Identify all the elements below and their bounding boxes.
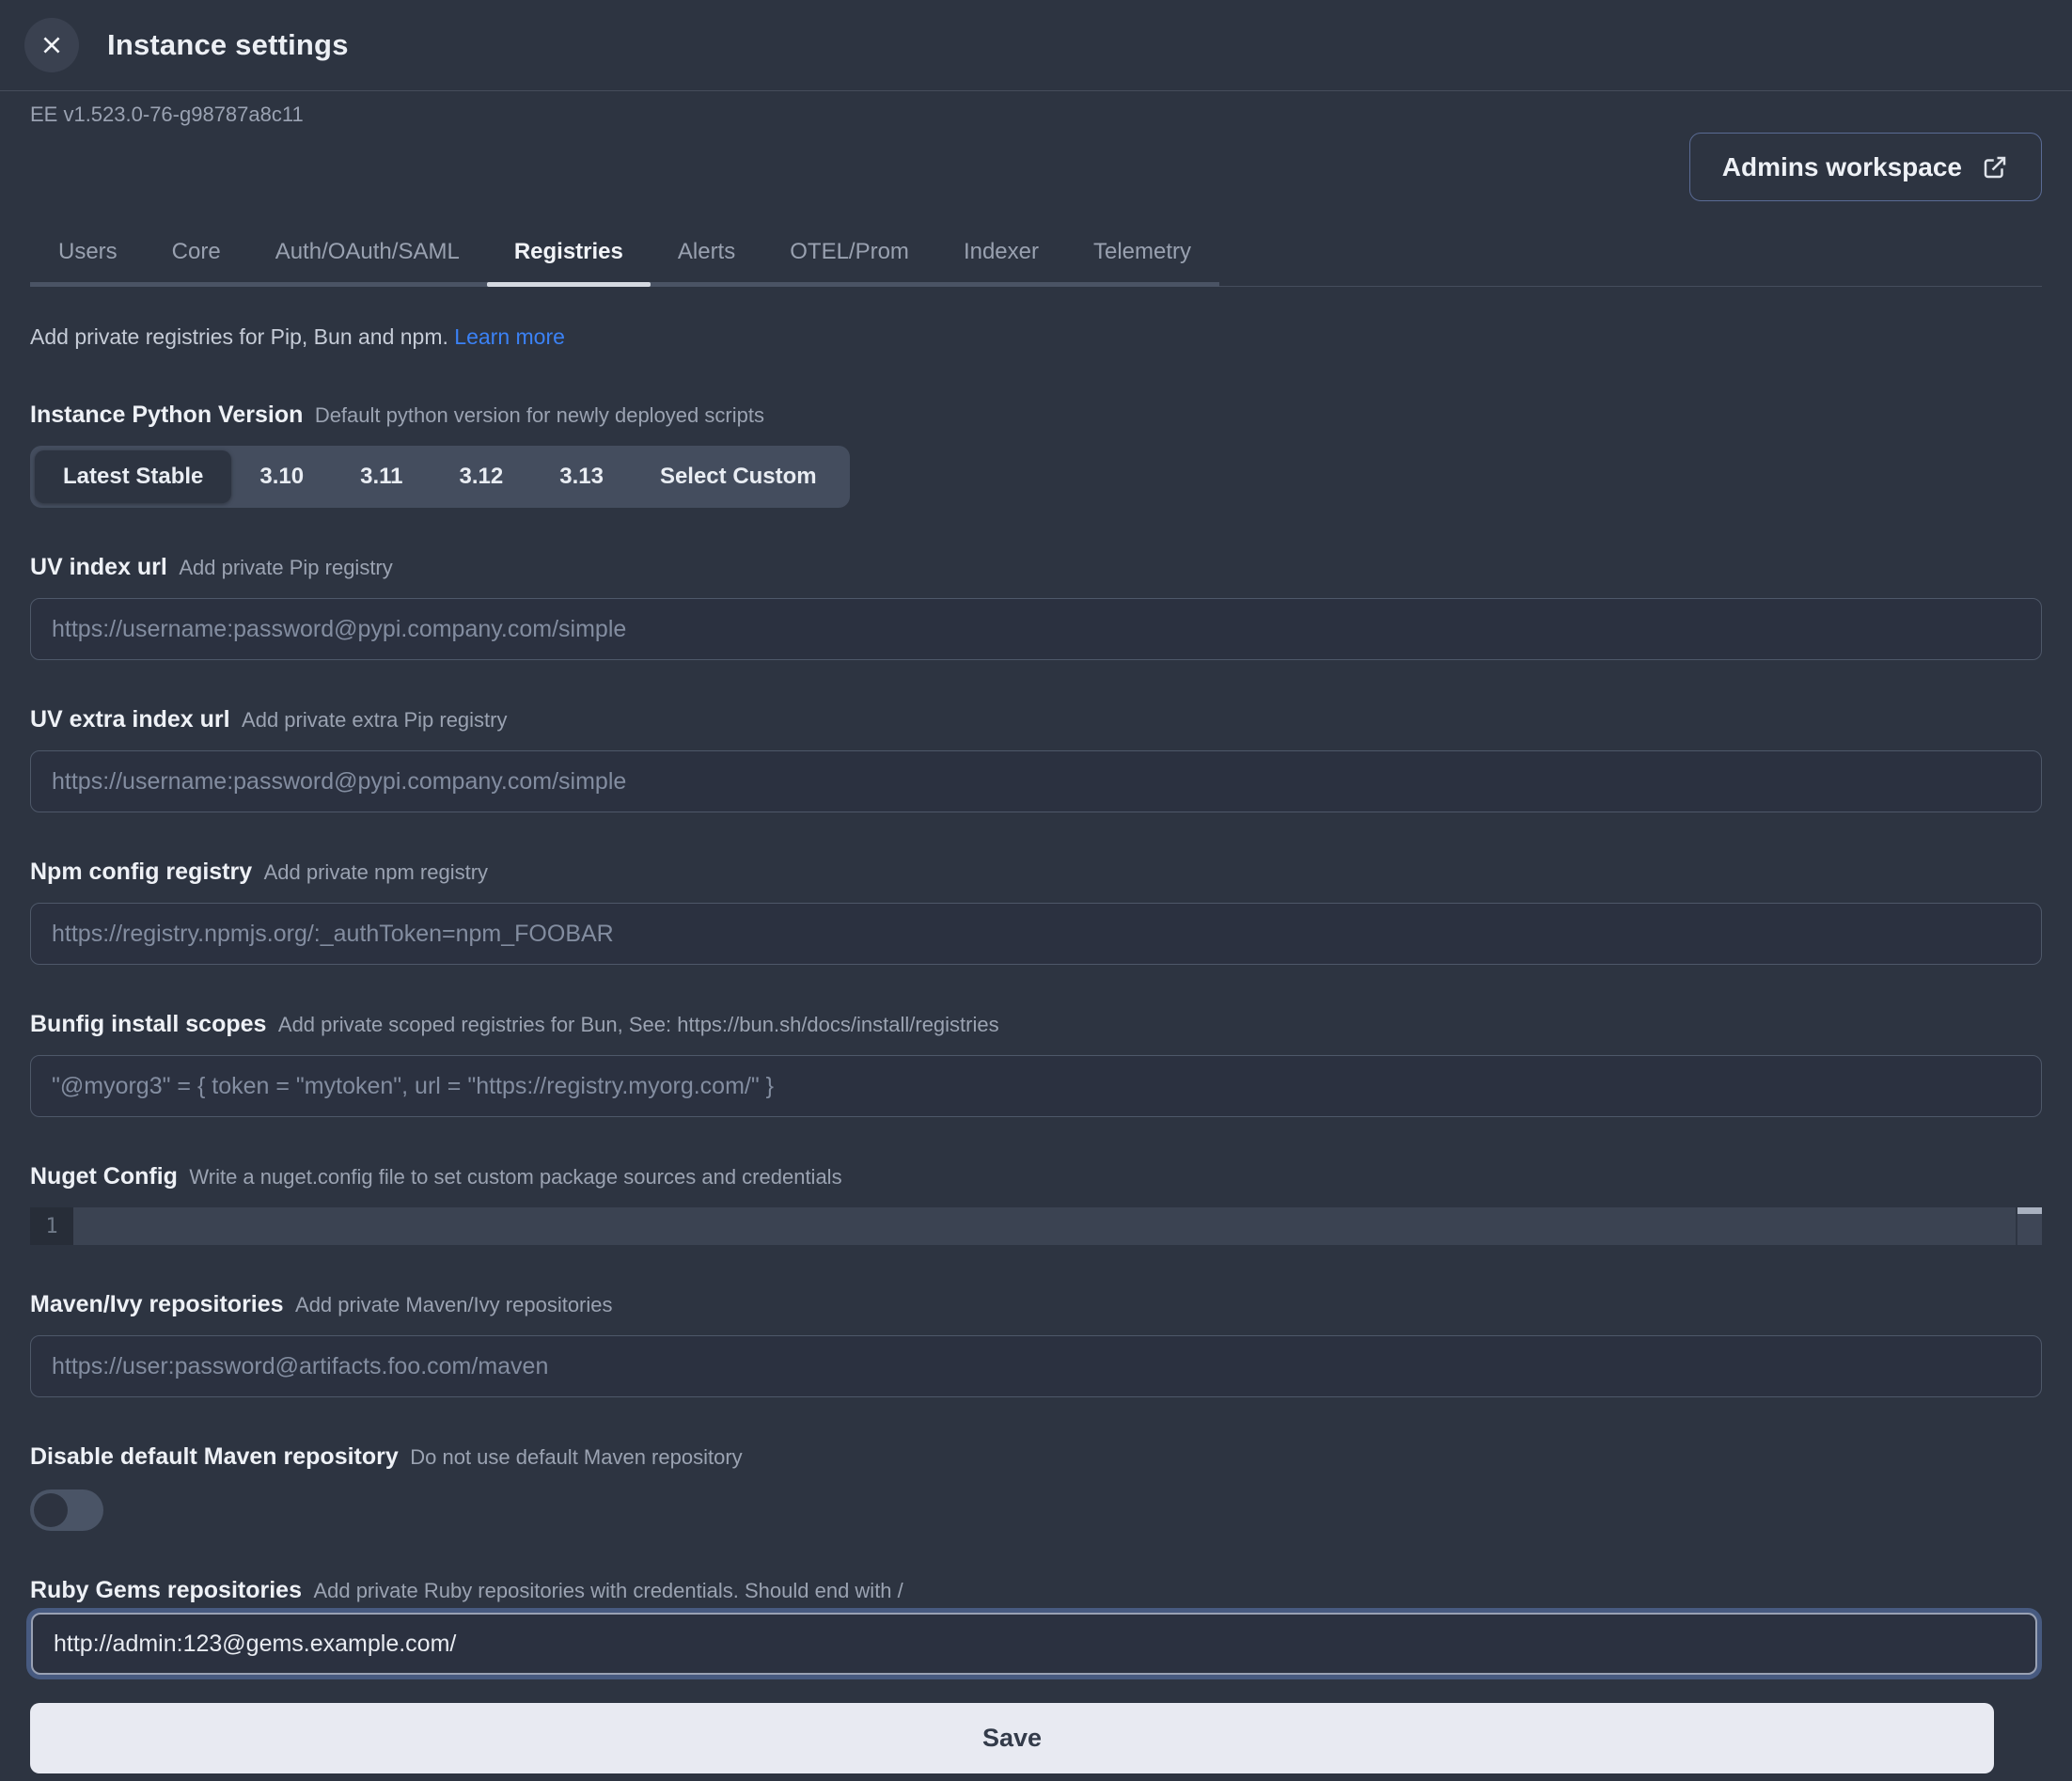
bunfig-install-scopes-section: Bunfig install scopes Add private scoped…	[30, 1010, 2042, 1117]
python-option-3-12[interactable]: 3.12	[432, 450, 532, 503]
npm-config-registry-label: Npm config registry	[30, 859, 252, 885]
close-button[interactable]	[24, 18, 79, 72]
uv-index-url-section: UV index url Add private Pip registry	[30, 553, 2042, 660]
uv-index-url-input[interactable]	[30, 598, 2042, 660]
python-option-3-13[interactable]: 3.13	[531, 450, 632, 503]
disable-default-maven-description: Do not use default Maven repository	[410, 1445, 742, 1469]
npm-config-registry-section: Npm config registry Add private npm regi…	[30, 858, 2042, 965]
ruby-gems-repositories-input[interactable]	[31, 1613, 2037, 1675]
uv-extra-index-url-label: UV extra index url	[30, 706, 230, 733]
external-link-icon	[1981, 153, 2009, 181]
tab-registries[interactable]: Registries	[514, 239, 623, 282]
python-option-select-custom[interactable]: Select Custom	[632, 450, 845, 503]
bunfig-install-scopes-label: Bunfig install scopes	[30, 1011, 266, 1037]
nuget-config-section: Nuget Config Write a nuget.config file t…	[30, 1162, 2042, 1245]
npm-config-registry-description: Add private npm registry	[264, 860, 488, 884]
bunfig-install-scopes-input[interactable]	[30, 1055, 2042, 1117]
tab-core[interactable]: Core	[172, 239, 221, 282]
editor-minimap-slider[interactable]	[2017, 1207, 2042, 1214]
uv-extra-index-url-input[interactable]	[30, 750, 2042, 812]
editor-line-number: 1	[30, 1207, 73, 1245]
disable-default-maven-section: Disable default Maven repository Do not …	[30, 1442, 2042, 1531]
uv-index-url-label: UV index url	[30, 554, 167, 580]
clipped-page-heading: Windmill	[31, 84, 332, 89]
settings-content: EE v1.523.0-76-g98787a8c11 Admins worksp…	[0, 102, 2072, 1773]
python-version-selector: Latest Stable 3.10 3.11 3.12 3.13 Select…	[30, 446, 850, 508]
close-icon	[39, 33, 64, 57]
disable-default-maven-label: Disable default Maven repository	[30, 1443, 399, 1470]
npm-config-registry-input[interactable]	[30, 903, 2042, 965]
save-button[interactable]: Save	[30, 1703, 1994, 1773]
version-text: EE v1.523.0-76-g98787a8c11	[30, 102, 2042, 127]
python-version-description: Default python version for newly deploye…	[315, 403, 764, 427]
intro-text: Add private registries for Pip, Bun and …	[30, 324, 448, 349]
ruby-gems-repositories-description: Add private Ruby repositories with crede…	[313, 1579, 903, 1602]
tab-auth-oauth-saml[interactable]: Auth/OAuth/SAML	[275, 239, 460, 282]
maven-ivy-repositories-section: Maven/Ivy repositories Add private Maven…	[30, 1290, 2042, 1397]
tab-alerts[interactable]: Alerts	[678, 239, 735, 282]
toggle-knob	[34, 1493, 68, 1527]
python-option-3-10[interactable]: 3.10	[231, 450, 332, 503]
tab-indexer[interactable]: Indexer	[964, 239, 1039, 282]
ruby-gems-repositories-section: Ruby Gems repositories Add private Ruby …	[30, 1576, 2042, 1675]
tab-users[interactable]: Users	[58, 239, 118, 282]
maven-ivy-repositories-input[interactable]	[30, 1335, 2042, 1397]
disable-default-maven-toggle[interactable]	[30, 1489, 103, 1531]
tab-telemetry[interactable]: Telemetry	[1093, 239, 1191, 282]
learn-more-link[interactable]: Learn more	[454, 324, 565, 349]
admins-workspace-label: Admins workspace	[1722, 152, 1962, 182]
python-option-3-11[interactable]: 3.11	[332, 450, 431, 503]
registries-intro: Add private registries for Pip, Bun and …	[30, 324, 2042, 350]
tab-bar: Users Core Auth/OAuth/SAML Registries Al…	[30, 239, 2042, 287]
uv-extra-index-url-section: UV extra index url Add private extra Pip…	[30, 705, 2042, 812]
modal-title: Instance settings	[107, 28, 349, 62]
uv-extra-index-url-description: Add private extra Pip registry	[242, 708, 507, 732]
maven-ivy-repositories-description: Add private Maven/Ivy repositories	[295, 1293, 613, 1316]
nuget-config-description: Write a nuget.config file to set custom …	[189, 1165, 841, 1189]
python-option-latest-stable[interactable]: Latest Stable	[35, 450, 231, 503]
nuget-config-label: Nuget Config	[30, 1163, 178, 1190]
bunfig-install-scopes-description: Add private scoped registries for Bun, S…	[278, 1013, 999, 1036]
editor-code-area[interactable]	[73, 1207, 2016, 1245]
python-version-label: Instance Python Version	[30, 402, 303, 428]
nuget-config-editor[interactable]: 1	[30, 1207, 2042, 1245]
maven-ivy-repositories-label: Maven/Ivy repositories	[30, 1291, 284, 1317]
admins-workspace-button[interactable]: Admins workspace	[1689, 133, 2042, 201]
modal-header: Instance settings Windmill	[0, 0, 2072, 91]
ruby-gems-repositories-label: Ruby Gems repositories	[30, 1577, 302, 1603]
python-version-section: Instance Python Version Default python v…	[30, 401, 2042, 508]
editor-minimap[interactable]	[2016, 1207, 2042, 1245]
tab-otel-prom[interactable]: OTEL/Prom	[790, 239, 909, 282]
uv-index-url-description: Add private Pip registry	[179, 556, 392, 579]
